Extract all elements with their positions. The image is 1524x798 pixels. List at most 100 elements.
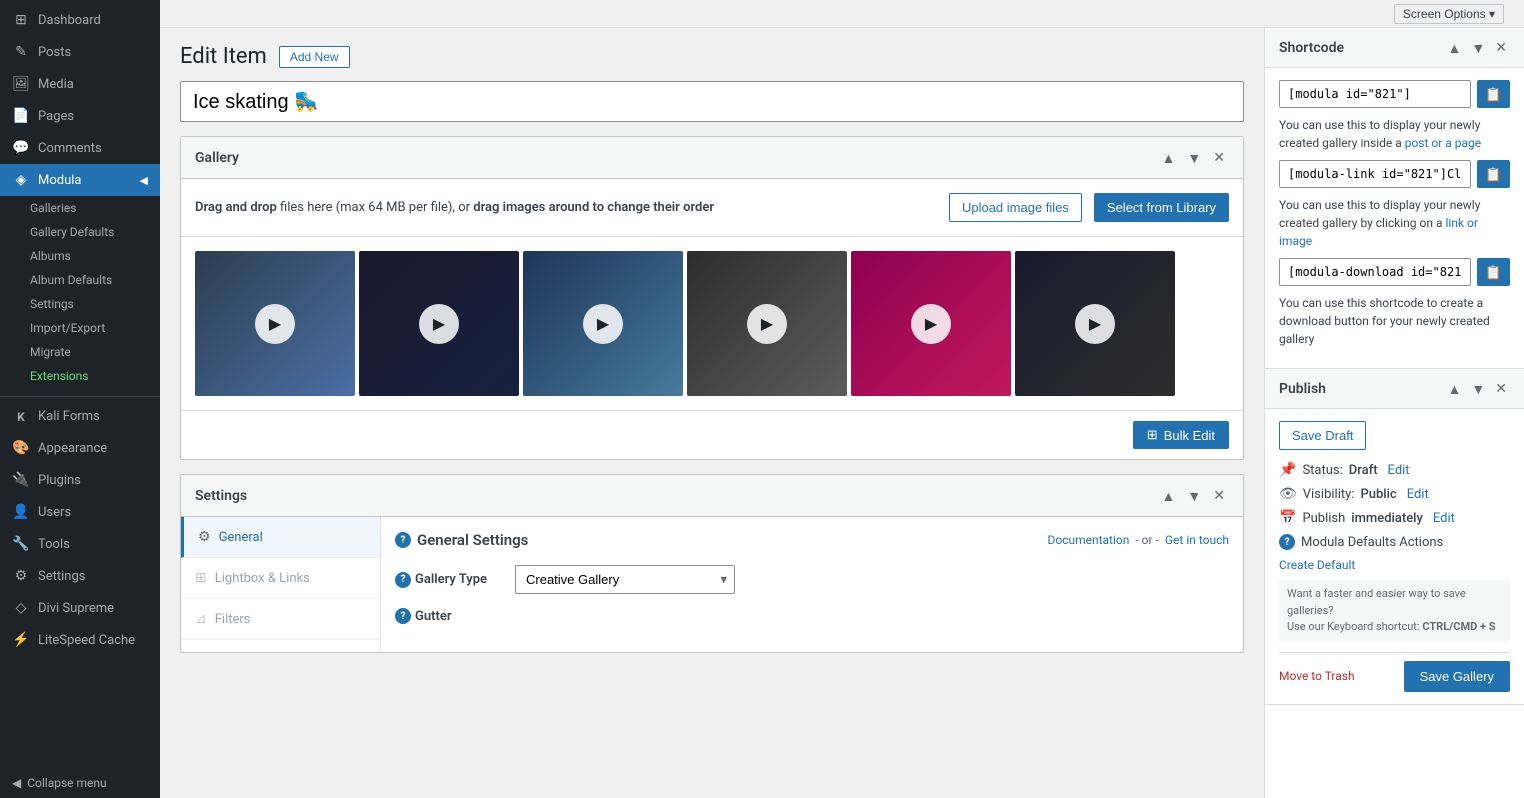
screen-options-button[interactable]: Screen Options ▾ (1394, 4, 1504, 24)
sidebar-item-divi-supreme[interactable]: ◇ Divi Supreme (0, 592, 160, 624)
gallery-item[interactable]: ▶ (851, 251, 1011, 396)
select-from-library-button[interactable]: Select from Library (1094, 193, 1229, 222)
shortcode-desc-1: You can use this to display your newly c… (1279, 116, 1510, 152)
item-title-input[interactable] (180, 81, 1244, 122)
users-icon: 👤 (12, 504, 30, 520)
sidebar-item-tools[interactable]: 🔧 Tools (0, 528, 160, 560)
save-draft-button[interactable]: Save Draft (1279, 421, 1366, 450)
settings-links: Documentation - or - Get in touch (1047, 533, 1229, 547)
copy-shortcode-3-button[interactable]: 📋 (1477, 258, 1510, 286)
sidebar-sub-galleries[interactable]: Galleries (0, 196, 160, 220)
gallery-item-overlay-5: ▶ (851, 251, 1011, 396)
edit-area: Edit Item Add New Gallery ▲ ▼ ✕ Drag and… (160, 28, 1264, 798)
create-default-link[interactable]: Create Default (1279, 558, 1510, 572)
sidebar-item-posts[interactable]: ✎ Posts (0, 36, 160, 68)
sidebar-item-appearance[interactable]: 🎨 Appearance (0, 432, 160, 464)
gallery-item[interactable]: ▶ (1015, 251, 1175, 396)
settings-panel: Settings ▲ ▼ ✕ ⚙ General ⊞ (180, 474, 1244, 653)
calendar-icon: 📅 (1279, 510, 1296, 526)
modula-defaults-row: ? Modula Defaults Actions (1279, 534, 1510, 550)
shortcode-input-2[interactable] (1279, 160, 1471, 188)
sidebar-item-kali-forms[interactable]: K Kali Forms (0, 401, 160, 432)
play-button-2: ▶ (419, 304, 459, 344)
sidebar-sub-gallery-defaults[interactable]: Gallery Defaults (0, 220, 160, 244)
sidebar-item-comments[interactable]: 💬 Comments (0, 132, 160, 164)
bulk-edit-button[interactable]: ⊞ Bulk Edit (1133, 421, 1229, 449)
sidebar-sub-migrate[interactable]: Migrate (0, 340, 160, 364)
sidebar-item-settings[interactable]: ⚙ Settings (0, 560, 160, 592)
add-new-button[interactable]: Add New (279, 46, 350, 68)
link-or-image-link[interactable]: link or image (1279, 216, 1478, 248)
appearance-icon: 🎨 (12, 440, 30, 456)
shortcode-desc-3: You can use this shortcode to create a d… (1279, 294, 1510, 348)
save-gallery-button[interactable]: Save Gallery (1404, 661, 1510, 692)
sidebar-item-media[interactable]: 🖼 Media (0, 68, 160, 100)
gallery-item[interactable]: ▶ (359, 251, 519, 396)
upload-image-files-button[interactable]: Upload image files (949, 193, 1082, 222)
get-in-touch-link[interactable]: Get in touch (1165, 533, 1229, 547)
sidebar-sub-albums[interactable]: Albums (0, 244, 160, 268)
publish-time-edit-link[interactable]: Edit (1433, 511, 1455, 526)
settings-panel-title: Settings (195, 488, 1158, 504)
shortcode-panel-title: Shortcode (1279, 40, 1445, 56)
gutter-help-badge[interactable]: ? (395, 608, 411, 624)
sidebar-item-dashboard[interactable]: ⊞ Dashboard (0, 4, 160, 36)
settings-panel-header: Settings ▲ ▼ ✕ (181, 475, 1243, 517)
settings-panel-close-button[interactable]: ✕ (1209, 485, 1229, 506)
documentation-link[interactable]: Documentation (1047, 533, 1129, 547)
shortcode-input-3[interactable] (1279, 258, 1471, 286)
visibility-edit-link[interactable]: Edit (1407, 487, 1429, 502)
bulk-edit-icon: ⊞ (1147, 427, 1158, 443)
sidebar-item-pages[interactable]: 📄 Pages (0, 100, 160, 132)
gallery-panel-header: Gallery ▲ ▼ ✕ (181, 137, 1243, 179)
sidebar-item-litespeed[interactable]: ⚡ LiteSpeed Cache (0, 624, 160, 656)
sidebar-sub-extensions[interactable]: Extensions (0, 364, 160, 388)
settings-panel-down-button[interactable]: ▼ (1183, 485, 1205, 506)
settings-section-title: ? General Settings (395, 531, 1047, 549)
gallery-panel-close-button[interactable]: ✕ (1209, 147, 1229, 168)
sidebar-sub-settings[interactable]: Settings (0, 292, 160, 316)
gallery-item[interactable]: ▶ (523, 251, 683, 396)
move-to-trash-link[interactable]: Move to Trash (1279, 669, 1355, 683)
settings-tab-filters[interactable]: ⊿ Filters (181, 599, 380, 640)
sidebar-item-plugins[interactable]: 🔌 Plugins (0, 464, 160, 496)
settings-tab-general[interactable]: ⚙ General (181, 517, 380, 558)
copy-shortcode-2-button[interactable]: 📋 (1477, 160, 1510, 188)
shortcode-row-2: 📋 (1279, 160, 1510, 188)
shortcode-panel-close-button[interactable]: ✕ (1492, 38, 1510, 57)
shortcode-panel-down-button[interactable]: ▼ (1468, 38, 1488, 57)
gallery-item-overlay-6: ▶ (1015, 251, 1175, 396)
gallery-type-help-badge[interactable]: ? (395, 572, 411, 588)
help-badge[interactable]: ? (395, 532, 411, 548)
modula-defaults-help-badge[interactable]: ? (1279, 534, 1295, 550)
publish-panel-close-button[interactable]: ✕ (1492, 379, 1510, 398)
gallery-panel-down-button[interactable]: ▼ (1183, 147, 1205, 168)
sidebar-item-users[interactable]: 👤 Users (0, 496, 160, 528)
status-edit-link[interactable]: Edit (1388, 463, 1410, 478)
publish-panel-up-button[interactable]: ▲ (1445, 379, 1465, 398)
shortcode-panel-header: Shortcode ▲ ▼ ✕ (1265, 28, 1524, 68)
shortcode-panel-up-button[interactable]: ▲ (1445, 38, 1465, 57)
publish-panel-header: Publish ▲ ▼ ✕ (1265, 369, 1524, 409)
topbar: Screen Options ▾ (160, 0, 1524, 28)
copy-shortcode-1-button[interactable]: 📋 (1477, 80, 1510, 108)
shortcode-input-1[interactable] (1279, 80, 1471, 108)
play-button-1: ▶ (255, 304, 295, 344)
post-or-page-link[interactable]: post or a page (1405, 136, 1481, 150)
sidebar-sub-import-export[interactable]: Import/Export (0, 316, 160, 340)
sidebar-item-modula[interactable]: ◈ Modula ◀ (0, 164, 160, 196)
page-title: Edit Item (180, 44, 267, 69)
general-icon: ⚙ (198, 529, 211, 545)
gallery-type-select[interactable]: Creative Gallery Custom Grid Slider Maso… (515, 565, 735, 594)
gallery-item[interactable]: ▶ (195, 251, 355, 396)
settings-tab-lightbox[interactable]: ⊞ Lightbox & Links (181, 558, 380, 599)
sidebar-sub-album-defaults[interactable]: Album Defaults (0, 268, 160, 292)
media-icon: 🖼 (12, 76, 30, 92)
publish-panel-down-button[interactable]: ▼ (1468, 379, 1488, 398)
collapse-menu-button[interactable]: ◀ Collapse menu (0, 768, 160, 798)
settings-sidebar: ⚙ General ⊞ Lightbox & Links ⊿ Filters (181, 517, 381, 652)
settings-panel-up-button[interactable]: ▲ (1158, 485, 1180, 506)
gallery-item[interactable]: ▶ (687, 251, 847, 396)
gallery-type-label: ? Gallery Type (395, 572, 515, 588)
gallery-panel-up-button[interactable]: ▲ (1158, 147, 1180, 168)
